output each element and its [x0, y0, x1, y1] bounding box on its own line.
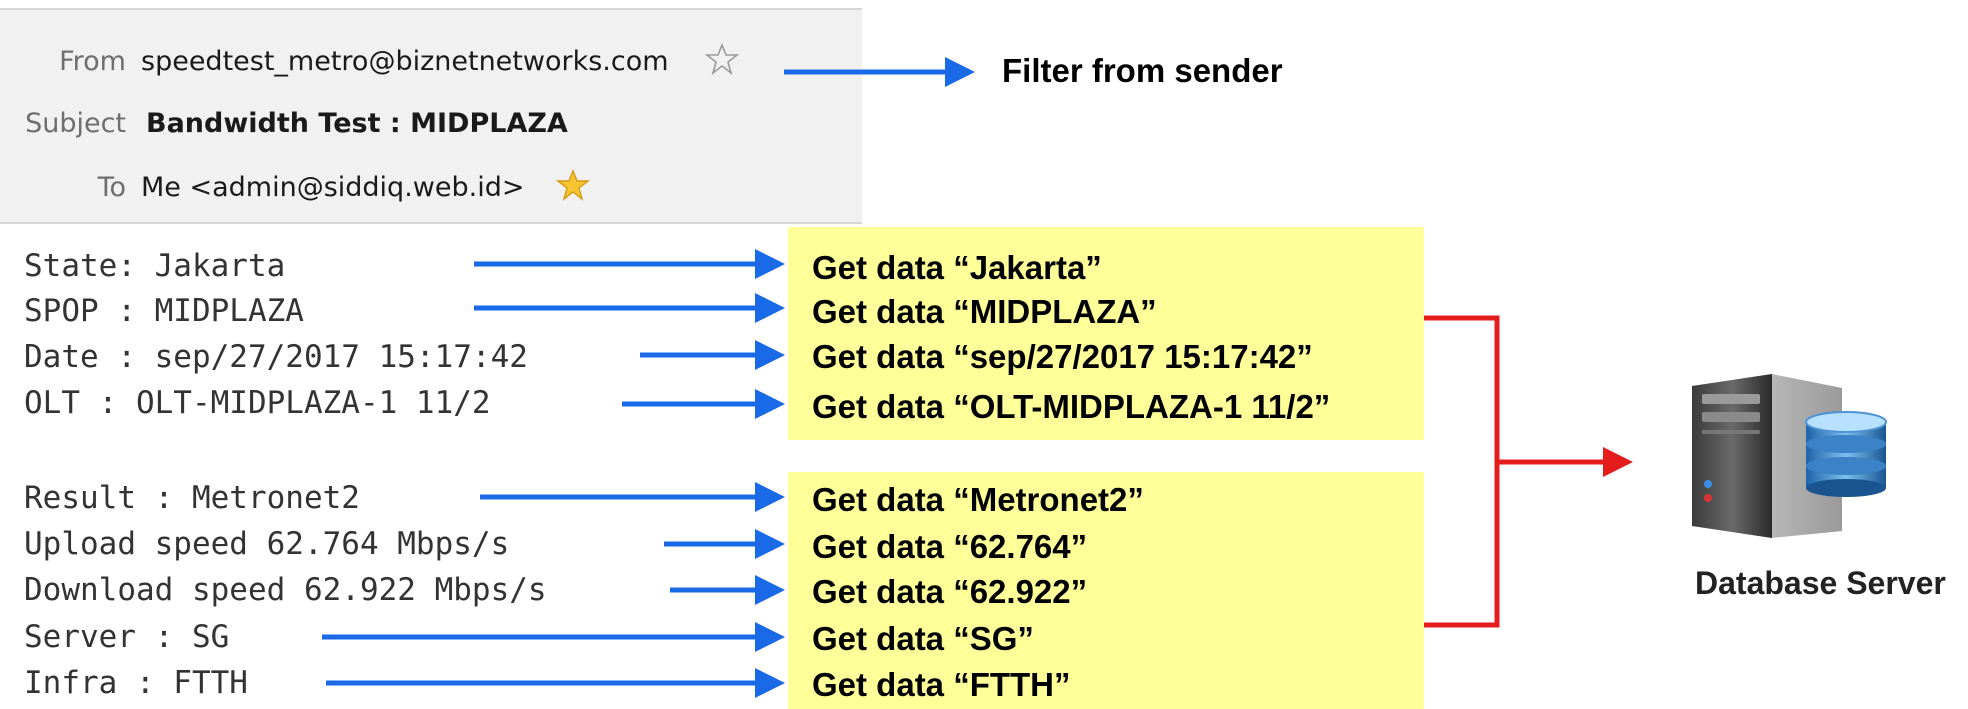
connector-overlay — [322, 57, 1633, 698]
database-server-icon — [1672, 366, 1952, 541]
red-bracket — [1424, 315, 1500, 628]
diagram-canvas: From speedtest_metro@biznetnetworks.com … — [0, 0, 1968, 709]
database-server-label: Database Server — [1695, 565, 1946, 601]
